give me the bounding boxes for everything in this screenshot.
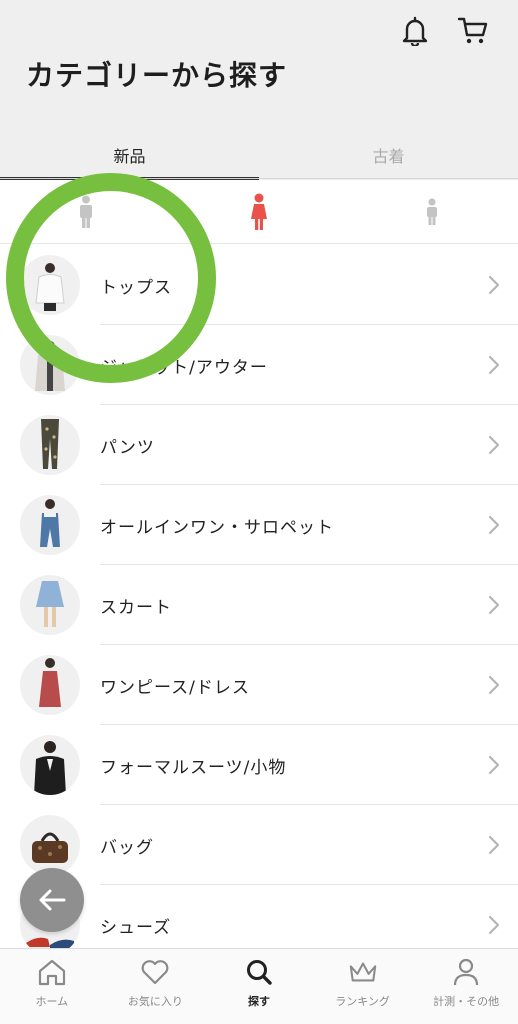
tab-new[interactable]: 新品 — [0, 130, 259, 180]
gender-kid[interactable] — [345, 181, 518, 243]
category-label: フォーマルスーツ/小物 — [100, 757, 287, 778]
category-label: ワンピース/ドレス — [100, 677, 250, 698]
bell-icon[interactable] — [398, 14, 432, 48]
tab-divider — [0, 178, 518, 179]
pants-thumbnail — [20, 415, 80, 475]
person-icon — [451, 957, 481, 987]
category-label: スカート — [100, 597, 172, 618]
category-item-allinone[interactable]: オールインワン・サロペット — [0, 485, 518, 565]
category-label: バッグ — [100, 837, 154, 858]
chevron-right-icon — [488, 595, 500, 619]
allinone-thumbnail — [20, 495, 80, 555]
condition-tabs: 新品 古着 — [0, 130, 518, 180]
nav-label: 探す — [247, 995, 270, 1008]
chevron-right-icon — [488, 675, 500, 699]
gender-man[interactable] — [0, 181, 173, 243]
tab-used[interactable]: 古着 — [259, 130, 518, 180]
page-title: カテゴリーから探す — [26, 59, 288, 92]
arrow-left-icon — [39, 889, 66, 911]
chevron-right-icon — [488, 515, 500, 539]
chevron-right-icon — [488, 755, 500, 779]
formal-thumbnail — [20, 735, 80, 795]
category-label: ジャケット/アウター — [100, 357, 268, 378]
category-item-tops[interactable]: トップス — [0, 245, 518, 325]
nav-measure-other[interactable]: 計測・その他 — [414, 949, 518, 1024]
chevron-right-icon — [488, 275, 500, 299]
category-item-jacket[interactable]: ジャケット/アウター — [0, 325, 518, 405]
chevron-right-icon — [488, 355, 500, 379]
heart-icon — [140, 957, 170, 987]
chevron-right-icon — [488, 915, 500, 939]
category-label: オールインワン・サロペット — [100, 517, 334, 538]
category-item-pants[interactable]: パンツ — [0, 405, 518, 485]
jacket-thumbnail — [20, 335, 80, 395]
nav-label: ランキング — [335, 995, 390, 1008]
nav-favorites[interactable]: お気に入り — [104, 949, 208, 1024]
back-button[interactable] — [20, 868, 84, 932]
search-icon — [244, 957, 274, 987]
category-list: トップス ジャケット/アウター パンツ オールインワン・サロペット スカート ワ — [0, 245, 518, 965]
chevron-right-icon — [488, 435, 500, 459]
gender-woman[interactable] — [173, 181, 346, 243]
nav-home[interactable]: ホーム — [0, 949, 104, 1024]
crown-icon — [348, 957, 378, 987]
dress-thumbnail — [20, 655, 80, 715]
skirt-thumbnail — [20, 575, 80, 635]
tops-thumbnail — [20, 255, 80, 315]
bag-thumbnail — [20, 815, 80, 875]
nav-ranking[interactable]: ランキング — [311, 949, 415, 1024]
woman-icon — [251, 193, 267, 230]
man-icon — [80, 195, 93, 228]
nav-label: お気に入り — [127, 995, 183, 1008]
gender-filter — [0, 181, 518, 244]
category-label: シューズ — [100, 917, 172, 938]
category-item-bag[interactable]: バッグ — [0, 805, 518, 885]
category-label: トップス — [100, 277, 172, 298]
bottom-navigation: ホーム お気に入り 探す ランキング 計測・その他 — [0, 948, 518, 1024]
kid-icon — [426, 198, 437, 225]
nav-search[interactable]: 探す — [207, 949, 311, 1024]
category-item-skirt[interactable]: スカート — [0, 565, 518, 645]
home-icon — [37, 957, 67, 987]
category-label: パンツ — [100, 437, 155, 458]
nav-label: ホーム — [35, 995, 69, 1008]
nav-label: 計測・その他 — [433, 995, 500, 1008]
category-item-formal[interactable]: フォーマルスーツ/小物 — [0, 725, 518, 805]
category-item-dress[interactable]: ワンピース/ドレス — [0, 645, 518, 725]
chevron-right-icon — [488, 835, 500, 859]
cart-icon[interactable] — [456, 14, 490, 48]
